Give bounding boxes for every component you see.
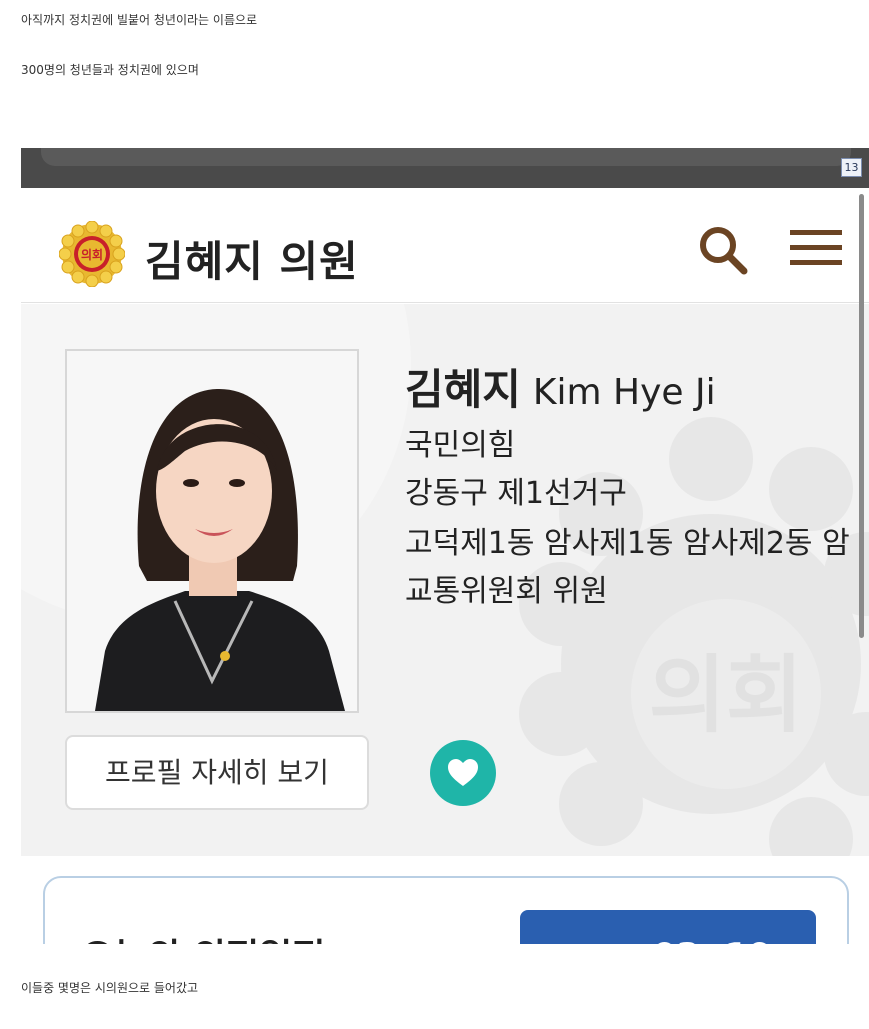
member-committee: 교통위원회 위원 [405, 574, 608, 609]
site-header: 의회 김혜지 의원 [21, 188, 869, 303]
post-text-line-2: 300명의 청년들과 정치권에 있으며 [21, 63, 199, 77]
post-text-line-3: 이들중 몇명은 시의원으로 들어갔고 [21, 981, 199, 995]
address-bar-edge [41, 148, 851, 166]
schedule-card: 오늘의 의정일정 03. 19 [43, 876, 849, 944]
watermark-text: 의회 [649, 646, 804, 744]
member-dongs: 고덕제1동 암사제1동 암사제2동 암 [405, 526, 850, 561]
profile-photo [65, 349, 359, 713]
emblem-text: 의회 [81, 247, 103, 262]
schedule-title: 오늘의 의정일정 [81, 928, 325, 944]
post-text-line-1: 아직까지 정치권에 빌붙어 청년이라는 이름으로 [21, 13, 258, 27]
browser-top-bar: 13 [21, 148, 869, 188]
hamburger-menu-icon[interactable] [787, 226, 845, 270]
scrollbar[interactable] [859, 194, 864, 638]
member-name-english: Kim Hye Ji [532, 372, 716, 413]
profile-section: 의회 김혜지 Kim Hye Ji 국민의힘 강동구 제1선거구 고덕제1동 암사… [21, 304, 869, 856]
profile-detail-button[interactable]: 프로필 자세히 보기 [65, 735, 369, 810]
member-party: 국민의힘 [405, 428, 516, 463]
member-name: 김혜지 Kim Hye Ji [405, 356, 716, 417]
emblem-icon[interactable]: 의회 [58, 220, 126, 288]
page-number-badge: 13 [841, 158, 862, 177]
embedded-screenshot: 13 의회 김혜지 의원 의회 김혜지 Kim Hye Ji 국민의힘 강동구 … [21, 148, 869, 944]
schedule-date: 03. 19 [520, 910, 816, 944]
site-title: 김혜지 의원 [145, 237, 359, 286]
member-district: 강동구 제1선거구 [405, 476, 627, 511]
member-name-korean: 김혜지 [405, 365, 521, 414]
heart-icon[interactable] [430, 740, 496, 806]
search-icon[interactable] [695, 222, 751, 278]
